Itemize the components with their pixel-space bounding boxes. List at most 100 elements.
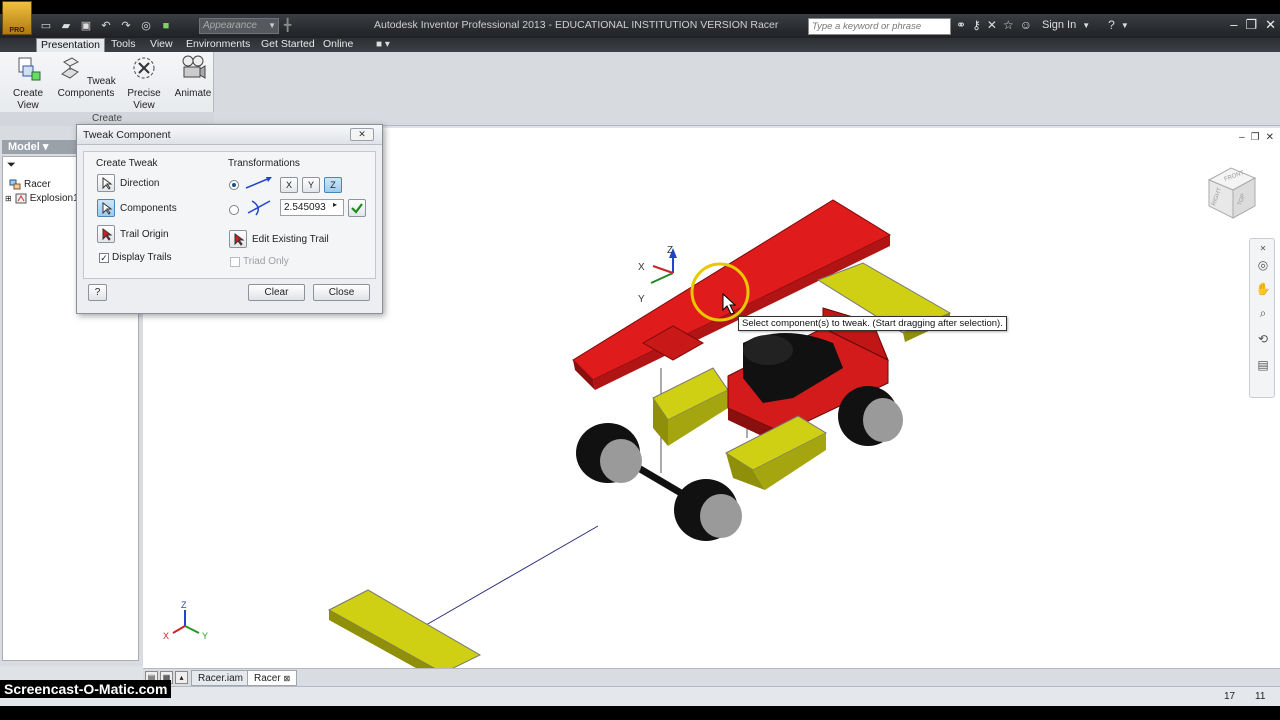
inventor-logo[interactable]: PRO <box>2 1 32 35</box>
redo-icon[interactable]: ↷ <box>118 18 134 34</box>
display-trails-checkbox[interactable]: ✓ <box>99 253 109 263</box>
animate-icon <box>182 55 206 79</box>
exchange-icon[interactable]: ✕ <box>987 18 997 32</box>
value-arrow-icon[interactable]: ▸ <box>333 200 337 209</box>
triad-only-checkbox[interactable] <box>230 257 240 267</box>
help-search-input[interactable]: Type a keyword or phrase <box>808 18 951 35</box>
tweak-components-button[interactable]: Tweak Components <box>56 54 116 100</box>
triad-x-label: X <box>638 262 645 273</box>
status-count-right: 11 <box>1255 691 1266 702</box>
update-icon[interactable]: ◎ <box>138 18 154 34</box>
screencast-watermark: Screencast-O-Matic.com <box>0 680 172 698</box>
undo-icon[interactable]: ↶ <box>98 18 114 34</box>
tab-view[interactable]: View <box>150 38 173 52</box>
tab-get-started[interactable]: Get Started <box>261 38 315 52</box>
key-icon[interactable]: ⚷ <box>972 18 981 32</box>
transformations-group-title: Transformations <box>228 158 300 169</box>
binoculars-icon[interactable]: ⚭ <box>956 18 966 32</box>
explosion-icon <box>15 193 27 204</box>
appearance-placeholder: Appearance <box>203 20 257 31</box>
triad-z-label: Z <box>667 245 673 256</box>
tab-presentation[interactable]: Presentation <box>36 38 105 52</box>
translate-radio[interactable] <box>229 180 239 190</box>
tab-tools[interactable]: Tools <box>111 38 136 52</box>
adjust-icon[interactable]: ╋ <box>284 18 291 32</box>
ribbon-tabs: Presentation Tools View Environments Get… <box>0 38 1280 52</box>
sign-in-link[interactable]: Sign In <box>1042 19 1076 31</box>
trail-origin-button[interactable] <box>97 225 115 243</box>
wheel[interactable] <box>838 386 903 446</box>
direction-button[interactable] <box>97 174 115 192</box>
viewcube[interactable]: FRONT RIGHT TOP <box>1201 162 1263 224</box>
tree-item-explosion[interactable]: ⊞ Explosion1 <box>5 193 79 204</box>
pan-icon[interactable]: ✋ <box>1255 281 1271 297</box>
minimize-icon[interactable]: – <box>1230 17 1237 33</box>
zoom-icon[interactable]: ⌕ <box>1255 305 1271 321</box>
wheel[interactable] <box>576 423 642 483</box>
dialog-body: Create Tweak Direction Components Trail … <box>83 151 376 279</box>
triad-y-label: Y <box>638 294 645 305</box>
chevron-down-icon[interactable]: ▼ <box>1082 21 1090 30</box>
translate-icon <box>245 177 272 189</box>
components-button[interactable] <box>97 199 115 217</box>
title-bar: ▭ ▰ ▣ ↶ ↷ ◎ ■ Appearance ▼ ╋ Autodesk In… <box>0 14 1280 38</box>
create-tweak-group-title: Create Tweak <box>96 158 158 169</box>
yellow-side-part[interactable] <box>652 367 729 446</box>
close-icon[interactable]: ⊠ <box>283 674 290 683</box>
animate-button[interactable]: Animate <box>173 54 213 100</box>
open-file-icon[interactable]: ▰ <box>58 18 74 34</box>
letterbox-top <box>0 0 1280 14</box>
arrow-cursor-icon <box>234 233 245 246</box>
help-icon[interactable]: ? <box>1108 18 1115 32</box>
apply-button[interactable] <box>348 199 366 217</box>
steering-wheel-icon[interactable]: ◎ <box>1255 257 1271 273</box>
inventor-window: ▭ ▰ ▣ ↶ ↷ ◎ ■ Appearance ▼ ╋ Autodesk In… <box>0 0 1280 720</box>
doc-tab-racer[interactable]: Racer ⊠ <box>247 670 298 686</box>
tab-environments[interactable]: Environments <box>186 38 250 52</box>
axis-y-button[interactable]: Y <box>302 177 320 193</box>
triad-only-label: Triad Only <box>243 256 289 267</box>
tree-item-racer[interactable]: Racer <box>9 179 51 190</box>
look-at-icon[interactable]: ▤ <box>1255 357 1271 373</box>
filter-icon[interactable]: ⏷ <box>7 159 16 172</box>
checkmark-icon <box>351 203 363 214</box>
axis-x-button[interactable]: X <box>280 177 298 193</box>
clear-button[interactable]: Clear <box>248 284 305 301</box>
yellow-front-part[interactable] <box>724 415 828 490</box>
rotate-icon <box>247 200 271 216</box>
rotate-radio[interactable] <box>229 205 239 215</box>
create-view-label: Create View <box>12 88 43 111</box>
orbit-icon[interactable]: ⟲ <box>1255 331 1271 347</box>
tab-online[interactable]: Online <box>323 38 353 52</box>
appearance-dropdown[interactable]: Appearance ▼ <box>199 18 279 34</box>
window-controls: – ❐ ✕ <box>1230 17 1276 33</box>
camera-icon[interactable]: ■ ▾ <box>376 39 390 50</box>
tweak-triad[interactable]: Z X Y <box>638 245 677 305</box>
new-file-icon[interactable]: ▭ <box>38 18 54 34</box>
close-button[interactable]: Close <box>313 284 370 301</box>
edit-existing-trail-button[interactable] <box>229 230 247 248</box>
close-icon[interactable]: ✕ <box>1265 17 1276 33</box>
restore-icon[interactable]: ❐ <box>1245 17 1257 33</box>
yellow-board-part[interactable] <box>327 589 482 668</box>
axis-z-button[interactable]: Z <box>324 177 342 193</box>
favorites-icon[interactable]: ☆ <box>1003 18 1014 32</box>
dialog-close-button[interactable]: ✕ <box>350 128 374 141</box>
help-button[interactable]: ? <box>88 284 107 301</box>
create-panel: Create View Tweak Components Precise Vie… <box>0 52 214 126</box>
wheel[interactable] <box>674 479 742 541</box>
status-count-left: 17 <box>1224 691 1236 702</box>
create-view-button[interactable]: Create View <box>2 54 54 112</box>
material-icon[interactable]: ■ <box>158 18 174 34</box>
precise-view-rotation-icon <box>133 57 155 79</box>
user-icon[interactable]: ☺ <box>1020 18 1032 32</box>
close-icon[interactable]: ✕ <box>1255 241 1271 257</box>
expand-icon[interactable]: ⊞ <box>5 194 12 203</box>
chevron-down-icon[interactable]: ▼ <box>1121 21 1129 30</box>
tweak-components-icon <box>61 57 80 79</box>
document-tabs: ▤ ▦ ▴ Racer.iam Racer ⊠ <box>143 668 1280 686</box>
save-icon[interactable]: ▣ <box>78 18 94 34</box>
help-toolbar: ⚭ ⚷ ✕ ☆ ☺ Sign In ▼ ? ▼ <box>956 18 1129 32</box>
doc-tab-racer-iam[interactable]: Racer.iam <box>191 670 251 686</box>
tab-menu-icon[interactable]: ▴ <box>175 671 188 684</box>
